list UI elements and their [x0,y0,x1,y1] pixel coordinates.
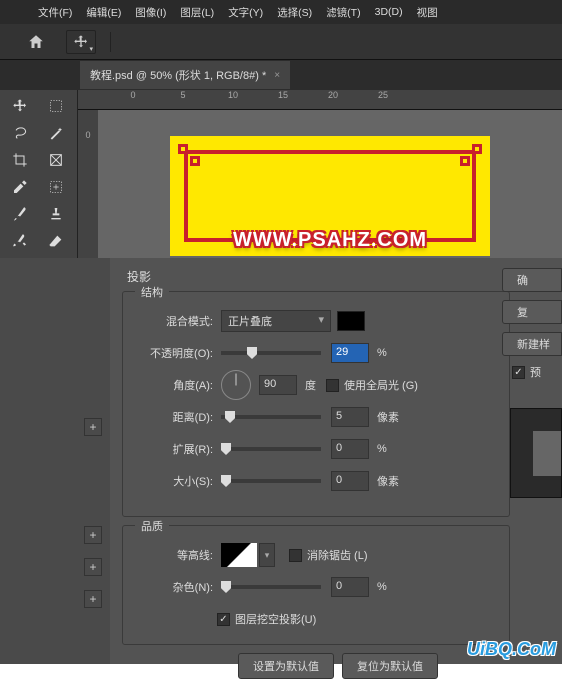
spread-input[interactable]: 0 [331,439,369,459]
document-tab[interactable]: 教程.psd @ 50% (形状 1, RGB/8#) * × [80,61,290,89]
marquee-tool[interactable] [40,94,72,118]
spread-label: 扩展(R): [135,441,213,457]
opacity-slider[interactable] [221,351,321,355]
new-style-button[interactable]: 新建样 [502,332,562,356]
brush-tool[interactable] [4,202,36,226]
distance-input[interactable]: 5 [331,407,369,427]
menu-view[interactable]: 视图 [417,5,438,20]
size-slider[interactable] [221,479,321,483]
wand-tool[interactable] [40,121,72,145]
preview-checkbox[interactable] [512,366,525,379]
menu-3d[interactable]: 3D(D) [375,6,403,18]
canvas[interactable]: WWW.PSAHZ.COM [98,110,562,258]
add-effect-icon[interactable]: + [84,590,102,608]
document-tabs: 教程.psd @ 50% (形状 1, RGB/8#) * × [0,60,562,90]
tools-panel [0,90,78,258]
noise-slider[interactable] [221,585,321,589]
effects-list: + + + + [0,258,110,664]
drop-shadow-panel: 投影 结构 混合模式: 正片叠底 不透明度(O): 29 % 角度(A): 90… [110,258,562,664]
blend-mode-select[interactable]: 正片叠底 [221,310,331,332]
menu-edit[interactable]: 编辑(E) [86,5,121,20]
menu-file[interactable]: 文件(F) [38,5,72,20]
antialias-checkbox[interactable] [289,549,302,562]
eyedropper-tool[interactable] [4,175,36,199]
artwork-text: WWW.PSAHZ.COM [170,229,490,252]
size-input[interactable]: 0 [331,471,369,491]
add-effect-icon[interactable]: + [84,558,102,576]
opacity-label: 不透明度(O): [135,345,213,361]
canvas-area: 0510152025 0 WWW.PSAHZ.COM [78,90,562,258]
quality-legend: 品质 [135,518,169,534]
menu-type[interactable]: 文字(Y) [228,5,263,20]
home-icon[interactable] [20,28,52,56]
reset-default-button[interactable]: 复位为默认值 [342,653,438,679]
vertical-ruler: 0 [78,110,98,258]
global-light-label: 使用全局光 (G) [344,377,418,393]
preview-thumbnail [510,408,562,498]
structure-legend: 结构 [135,284,169,300]
move-tool[interactable] [4,94,36,118]
noise-input[interactable]: 0 [331,577,369,597]
artwork: WWW.PSAHZ.COM [170,136,490,256]
history-brush-tool[interactable] [4,229,36,253]
ok-button[interactable]: 确 [502,268,562,292]
distance-label: 距离(D): [135,409,213,425]
close-icon[interactable]: × [274,70,280,81]
spread-slider[interactable] [221,447,321,451]
angle-dial[interactable] [221,370,251,400]
watermark-text: UiBQ.CoM [467,639,556,660]
menubar: 文件(F) 编辑(E) 图像(I) 图层(L) 文字(Y) 选择(S) 滤镜(T… [0,0,562,24]
preview-label: 预 [530,364,541,380]
global-light-checkbox[interactable] [326,379,339,392]
cancel-button[interactable]: 复 [502,300,562,324]
menu-layer[interactable]: 图层(L) [180,5,214,20]
antialias-label: 消除锯齿 (L) [307,547,368,563]
blend-mode-label: 混合模式: [135,313,213,329]
dialog-buttons: 确 复 新建样 预 [502,258,562,664]
contour-picker[interactable] [221,543,257,567]
distance-slider[interactable] [221,415,321,419]
angle-label: 角度(A): [135,377,213,393]
contour-label: 等高线: [135,547,213,563]
healing-tool[interactable] [40,175,72,199]
chevron-down-icon[interactable]: ▾ [259,543,275,567]
add-effect-icon[interactable]: + [84,418,102,436]
horizontal-ruler: 0510152025 [78,90,562,110]
noise-label: 杂色(N): [135,579,213,595]
stamp-tool[interactable] [40,202,72,226]
menu-filter[interactable]: 滤镜(T) [326,5,360,20]
lasso-tool[interactable] [4,121,36,145]
angle-input[interactable]: 90 [259,375,297,395]
add-effect-icon[interactable]: + [84,526,102,544]
shadow-color-swatch[interactable] [337,311,365,331]
knockout-checkbox[interactable] [217,613,230,626]
opacity-input[interactable]: 29 [331,343,369,363]
frame-tool[interactable] [40,148,72,172]
eraser-tool[interactable] [40,229,72,253]
make-default-button[interactable]: 设置为默认值 [238,653,334,679]
menu-select[interactable]: 选择(S) [277,5,312,20]
crop-tool[interactable] [4,148,36,172]
panel-title: 投影 [127,268,562,285]
tab-title: 教程.psd @ 50% (形状 1, RGB/8#) * [90,67,266,83]
move-tool-indicator[interactable]: ▾ [66,30,96,54]
size-label: 大小(S): [135,473,213,489]
knockout-label: 图层挖空投影(U) [235,611,316,627]
menu-image[interactable]: 图像(I) [135,5,166,20]
options-bar: ▾ [0,24,562,60]
